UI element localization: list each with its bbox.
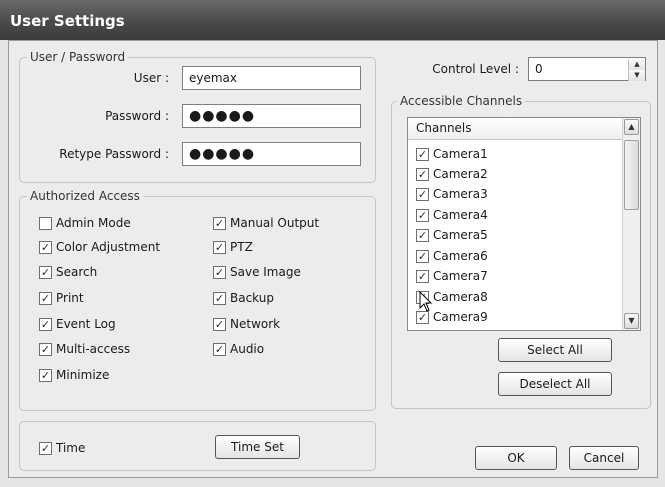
check-icon: ✓	[416, 269, 429, 283]
channels-list[interactable]: Channels ✓ Camera1 ✓ Camera2 ✓ Camera3 ✓ Cam…	[407, 117, 641, 331]
time-checkbox[interactable]: ✓ Time	[39, 440, 85, 456]
check-icon: ✓	[416, 208, 429, 222]
check-icon: ✓	[213, 216, 226, 230]
channel-label: Camera1	[433, 147, 488, 161]
control-level-spinner[interactable]: 0 ▲ ▼	[528, 57, 646, 81]
check-icon: ✓	[39, 265, 52, 279]
check-icon: ✓	[213, 342, 226, 356]
checkbox-label: Audio	[230, 342, 265, 356]
channel-label: Camera7	[433, 269, 488, 283]
manual-output-checkbox[interactable]: ✓ Manual Output	[213, 215, 319, 231]
checkbox-label: Search	[56, 265, 98, 279]
checkbox-label: Event Log	[56, 317, 116, 331]
channel-label: Camera2	[433, 167, 488, 181]
search-checkbox[interactable]: ✓ Search	[39, 264, 97, 280]
admin-mode-checkbox[interactable]: Admin Mode	[39, 215, 131, 231]
accessible-channels-legend: Accessible Channels	[397, 94, 526, 108]
checkbox-label: Color Adjustment	[56, 240, 161, 254]
check-icon: ✓	[39, 368, 52, 382]
check-icon: ✓	[416, 187, 429, 201]
channel-label: Camera8	[433, 290, 488, 304]
channel-label: Camera9	[433, 310, 488, 324]
check-icon: ✓	[213, 291, 226, 305]
network-checkbox[interactable]: ✓ Network	[213, 316, 280, 332]
control-level-value: 0	[535, 62, 543, 76]
checkbox-label: Backup	[230, 291, 274, 305]
check-icon: ✓	[39, 240, 52, 254]
audio-checkbox[interactable]: ✓ Audio	[213, 341, 264, 357]
checkbox-label: Print	[56, 291, 84, 305]
channel-label: Camera3	[433, 187, 488, 201]
event-log-checkbox[interactable]: ✓ Event Log	[39, 316, 116, 332]
check-icon: ✓	[416, 167, 429, 181]
password-label: Password :	[105, 109, 169, 123]
channels-header-label: Channels	[416, 121, 472, 135]
print-checkbox[interactable]: ✓ Print	[39, 290, 84, 306]
checkbox-label: Time	[56, 441, 86, 455]
scroll-up-icon[interactable]: ▲	[624, 119, 639, 135]
check-icon: ✓	[416, 249, 429, 263]
check-icon: ✓	[39, 441, 52, 455]
checkbox-label: PTZ	[230, 240, 253, 254]
list-item[interactable]: ✓ Camera1	[416, 146, 488, 162]
channel-label: Camera5	[433, 228, 488, 242]
authorized-access-legend: Authorized Access	[27, 189, 143, 203]
list-item[interactable]: ✓ Camera7	[416, 268, 488, 284]
retype-password-input[interactable]: ●●●●●	[182, 142, 361, 166]
checkbox-label: Manual Output	[230, 216, 320, 230]
check-icon: ✓	[39, 342, 52, 356]
check-icon: ✓	[213, 317, 226, 331]
check-icon: ✓	[416, 228, 429, 242]
color-adjustment-checkbox[interactable]: ✓ Color Adjustment	[39, 239, 160, 255]
user-input[interactable]: eyemax	[182, 66, 361, 90]
check-icon: ✓	[39, 317, 52, 331]
list-item[interactable]: ✓ Camera3	[416, 186, 488, 202]
ok-button[interactable]: OK	[475, 446, 557, 470]
mouse-cursor-icon	[419, 291, 433, 312]
channel-label: Camera6	[433, 249, 488, 263]
select-all-button[interactable]: Select All	[498, 338, 612, 362]
check-icon: ✓	[416, 147, 429, 161]
spinner-buttons: ▲ ▼	[628, 59, 645, 81]
title-bar: User Settings	[0, 0, 665, 40]
check-icon: ✓	[39, 291, 52, 305]
save-image-checkbox[interactable]: ✓ Save Image	[213, 264, 301, 280]
list-item[interactable]: ✓ Camera5	[416, 227, 488, 243]
ptz-checkbox[interactable]: ✓ PTZ	[213, 239, 253, 255]
list-item[interactable]: ✓ Camera6	[416, 248, 488, 264]
checkbox-label: Network	[230, 317, 281, 331]
cancel-button[interactable]: Cancel	[569, 446, 639, 470]
list-item[interactable]: ✓ Camera4	[416, 207, 488, 223]
deselect-all-button[interactable]: Deselect All	[498, 372, 612, 396]
channels-scrollbar[interactable]: ▲ ▼	[622, 118, 640, 330]
time-set-button[interactable]: Time Set	[215, 435, 300, 459]
control-level-label: Control Level :	[432, 62, 519, 76]
retype-password-label: Retype Password :	[59, 147, 169, 161]
check-icon: ✓	[213, 240, 226, 254]
dialog-body: User / Password User : eyemax Password :…	[8, 40, 658, 478]
user-label: User :	[133, 71, 169, 85]
channels-column-header[interactable]: Channels	[408, 118, 640, 140]
check-icon: ✓	[213, 265, 226, 279]
multi-access-checkbox[interactable]: ✓ Multi-access	[39, 341, 130, 357]
spin-down-icon[interactable]: ▼	[629, 70, 645, 81]
user-password-legend: User / Password	[27, 50, 129, 64]
checkbox-label: Minimize	[56, 368, 110, 382]
channel-label: Camera4	[433, 208, 488, 222]
minimize-checkbox[interactable]: ✓ Minimize	[39, 367, 109, 383]
spin-up-icon[interactable]: ▲	[629, 59, 645, 70]
window-title: User Settings	[10, 12, 125, 30]
backup-checkbox[interactable]: ✓ Backup	[213, 290, 274, 306]
checkbox-label: Multi-access	[56, 342, 131, 356]
checkbox-box	[39, 216, 52, 230]
scroll-thumb[interactable]	[624, 140, 639, 210]
list-item[interactable]: ✓ Camera2	[416, 166, 488, 182]
checkbox-label: Save Image	[230, 265, 301, 279]
checkbox-label: Admin Mode	[56, 216, 131, 230]
password-input[interactable]: ●●●●●	[182, 104, 361, 128]
scroll-down-icon[interactable]: ▼	[624, 313, 639, 329]
